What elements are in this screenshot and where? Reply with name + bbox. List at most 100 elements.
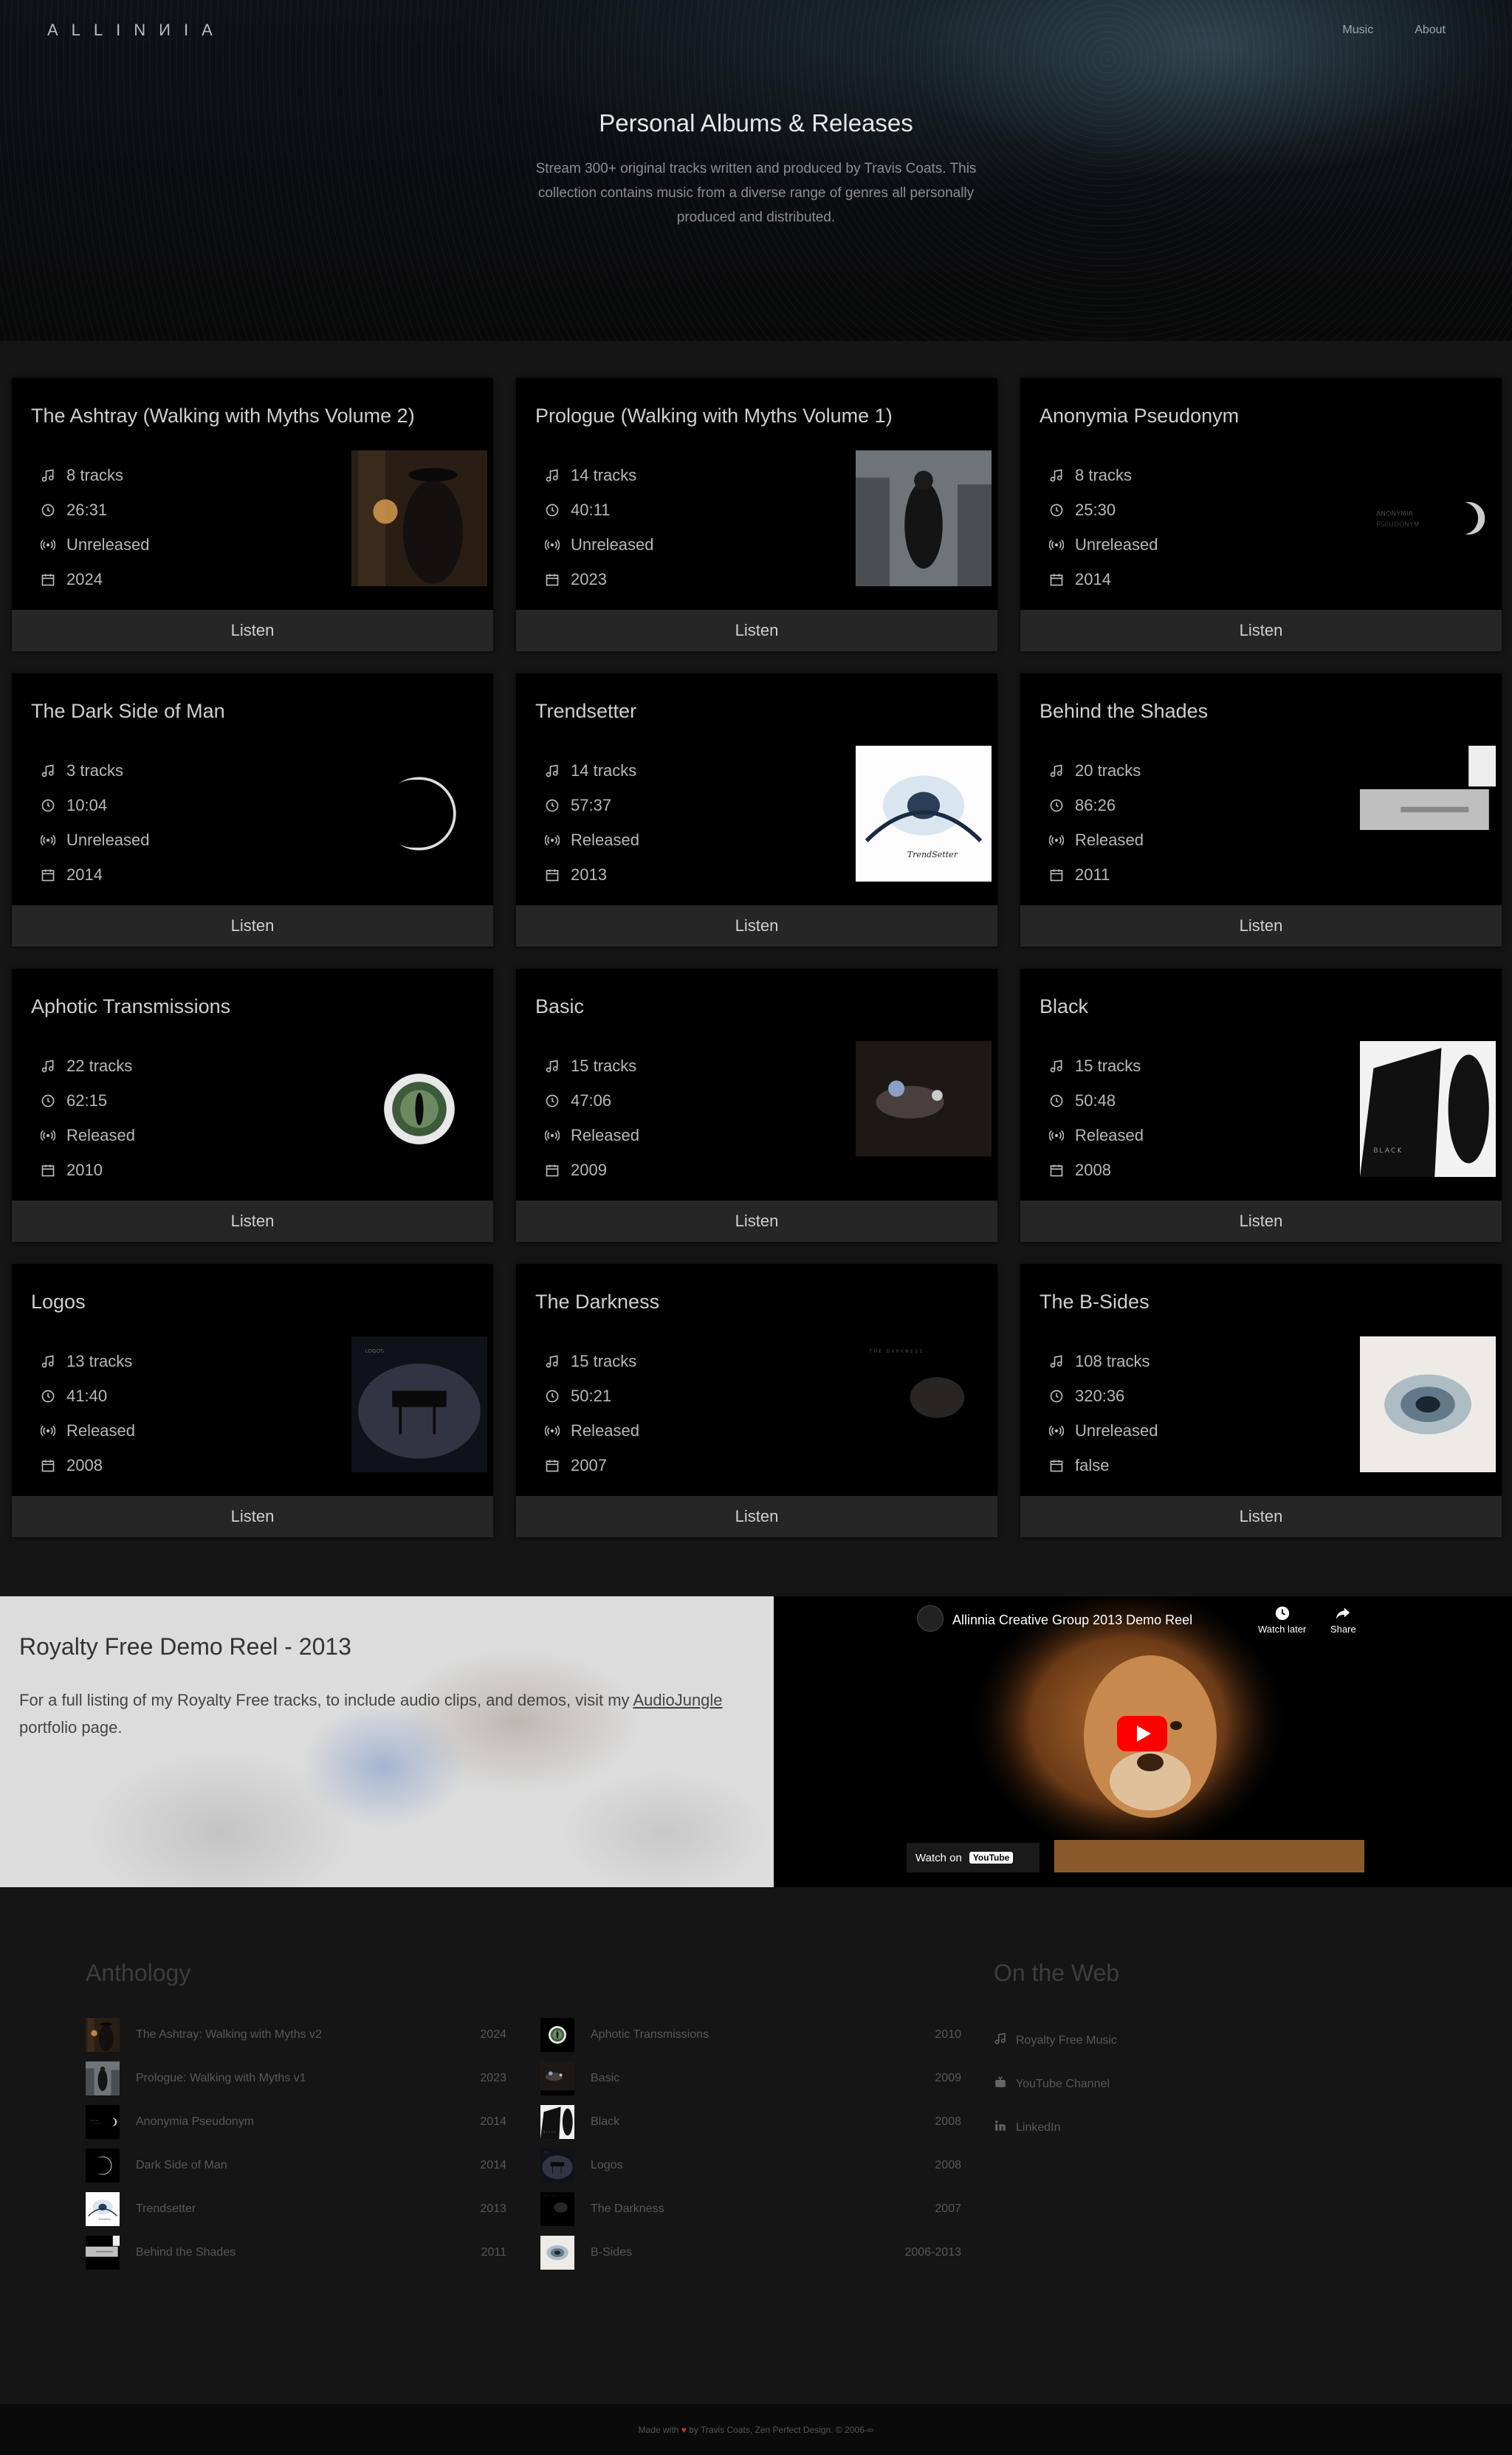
album-title[interactable]: Aphotic Transmissions (31, 995, 230, 1018)
listen-button[interactable]: Listen (516, 1201, 997, 1242)
watch-on-youtube[interactable]: Watch on YouTube (907, 1843, 1040, 1872)
album-cover[interactable] (351, 450, 487, 586)
on-the-web-heading: On the Web (994, 1960, 1120, 1986)
music-note-icon (1048, 1353, 1065, 1370)
audiojungle-link[interactable]: AudioJungle (633, 1691, 722, 1709)
album-title[interactable]: The Dark Side of Man (31, 700, 225, 723)
album-cover[interactable] (856, 450, 992, 586)
anthology-item[interactable]: THE DARKNESS The Darkness 2007 (540, 2191, 961, 2227)
clock-icon (1048, 502, 1065, 518)
calendar-icon (544, 1457, 560, 1474)
album-title[interactable]: The B-Sides (1040, 1291, 1150, 1314)
web-link-linkedin[interactable]: LinkedIn (994, 2119, 1061, 2136)
album-meta: 22 tracks 62:15 Released 2010 (40, 1048, 135, 1187)
anthology-item[interactable]: Dark Side of Man 2014 (86, 2148, 506, 2183)
video-title[interactable]: Allinnia Creative Group 2013 Demo Reel (952, 1613, 1192, 1628)
youtube-logo: YouTube (969, 1852, 1014, 1864)
album-cover[interactable]: BLACK (1360, 1041, 1496, 1177)
nav-music[interactable]: Music (1342, 24, 1373, 37)
album-cover[interactable] (856, 1041, 992, 1177)
anthology-name: Basic (591, 2072, 620, 2084)
listen-button[interactable]: Listen (12, 1496, 493, 1537)
clock-icon (544, 1388, 560, 1404)
album-cover[interactable] (351, 1041, 487, 1177)
anthology-item[interactable]: TrendSetter Trendsetter 2013 (86, 2191, 506, 2227)
listen-button[interactable]: Listen (12, 610, 493, 651)
status-value: Released (66, 1421, 135, 1440)
album-title[interactable]: The Ashtray (Walking with Myths Volume 2… (31, 405, 415, 428)
listen-button[interactable]: Listen (1020, 905, 1502, 947)
demo-reel-text-after: portfolio page. (19, 1718, 123, 1737)
listen-button[interactable]: Listen (516, 905, 997, 947)
share-button[interactable]: Share (1330, 1605, 1356, 1635)
album-title[interactable]: Trendsetter (535, 700, 636, 723)
album-cover[interactable]: TrendSetter (856, 746, 992, 882)
album-title[interactable]: Prologue (Walking with Myths Volume 1) (535, 405, 893, 428)
album-cover[interactable]: LOGOS (351, 1336, 487, 1472)
anthology-thumb (86, 2061, 120, 2095)
album-cover[interactable] (351, 746, 487, 882)
listen-button[interactable]: Listen (1020, 1496, 1502, 1537)
music-note-icon (1048, 763, 1065, 779)
anthology-item[interactable]: Basic 2009 (540, 2061, 961, 2096)
track-count: 15 tracks (544, 1048, 639, 1083)
anthology-item[interactable]: Prologue: Walking with Myths v1 2023 (86, 2061, 506, 2096)
year-value: 2024 (66, 569, 103, 588)
listen-button[interactable]: Listen (516, 1496, 997, 1537)
svg-text:LOGOS: LOGOS (544, 2152, 549, 2154)
anthology-item[interactable]: Behind the Shades 2011 (86, 2235, 506, 2270)
anthology-item[interactable]: The Ashtray: Walking with Myths v2 2024 (86, 2017, 506, 2053)
album-meta: 14 tracks 40:11 Unreleased 2023 (544, 458, 654, 597)
album-title[interactable]: Basic (535, 995, 584, 1018)
listen-button[interactable]: Listen (1020, 610, 1502, 651)
anthology-thumb (86, 2149, 120, 2183)
album-cover[interactable] (1360, 746, 1496, 882)
status-value: Unreleased (571, 535, 654, 554)
listen-button[interactable]: Listen (516, 610, 997, 651)
anthology-item[interactable]: Aphotic Transmissions 2010 (540, 2017, 961, 2053)
web-link-music-note[interactable]: Royalty Free Music (994, 2032, 1117, 2049)
album-cover[interactable]: ANONYMIA PSEUDONYM (1360, 450, 1496, 586)
album-card: Aphotic Transmissions 22 tracks 62:15 Re… (12, 969, 493, 1242)
release-year: 2014 (1048, 562, 1158, 597)
album-title[interactable]: Behind the Shades (1040, 700, 1208, 723)
youtube-embed[interactable]: Allinnia Creative Group 2013 Demo Reel W… (907, 1596, 1379, 1872)
calendar-icon (40, 1162, 56, 1178)
album-cover[interactable] (1360, 1336, 1496, 1472)
channel-avatar[interactable] (917, 1605, 944, 1632)
watch-later-button[interactable]: Watch later (1258, 1605, 1306, 1635)
anthology-year: 2014 (480, 2115, 506, 2128)
album-title[interactable]: The Darkness (535, 1291, 659, 1314)
web-link-youtube[interactable]: YouTube Channel (994, 2075, 1110, 2092)
anthology-year: 2024 (480, 2028, 506, 2041)
release-year: 2023 (544, 562, 654, 597)
album-title[interactable]: Logos (31, 1291, 86, 1314)
track-count-value: 22 tracks (66, 1056, 133, 1075)
duration: 50:21 (544, 1378, 639, 1413)
listen-button[interactable]: Listen (12, 1201, 493, 1242)
album-title[interactable]: Black (1040, 995, 1088, 1018)
album-cover[interactable]: THE DARKNESS (856, 1336, 992, 1472)
calendar-icon (544, 571, 560, 588)
album-title[interactable]: Anonymia Pseudonym (1040, 405, 1239, 428)
anthology-item[interactable]: LOGOS Logos 2008 (540, 2148, 961, 2183)
track-count: 15 tracks (544, 1344, 639, 1378)
status-value: Released (571, 1421, 639, 1440)
track-count-value: 14 tracks (571, 760, 637, 780)
play-button[interactable] (1117, 1716, 1167, 1751)
track-count-value: 14 tracks (571, 465, 637, 484)
calendar-icon (40, 1457, 56, 1474)
year-value: 2009 (571, 1160, 607, 1179)
anthology-item[interactable]: B-Sides 2006-2013 (540, 2235, 961, 2270)
anthology-item[interactable]: BLACK Black 2008 (540, 2104, 961, 2140)
listen-button[interactable]: Listen (1020, 1201, 1502, 1242)
web-link-label: Royalty Free Music (1016, 2033, 1117, 2047)
site-logo[interactable]: ALLINИIA (47, 21, 226, 40)
calendar-icon (40, 571, 56, 588)
anthology-item[interactable]: ANONYMIA PSEUDONYM Anonymia Pseudonym 2014 (86, 2104, 506, 2140)
anthology-year: 2023 (480, 2072, 506, 2084)
svg-text:ANONYMIA: ANONYMIA (90, 2120, 100, 2122)
clock-icon (40, 1388, 56, 1404)
listen-button[interactable]: Listen (12, 905, 493, 947)
nav-about[interactable]: About (1415, 24, 1446, 37)
